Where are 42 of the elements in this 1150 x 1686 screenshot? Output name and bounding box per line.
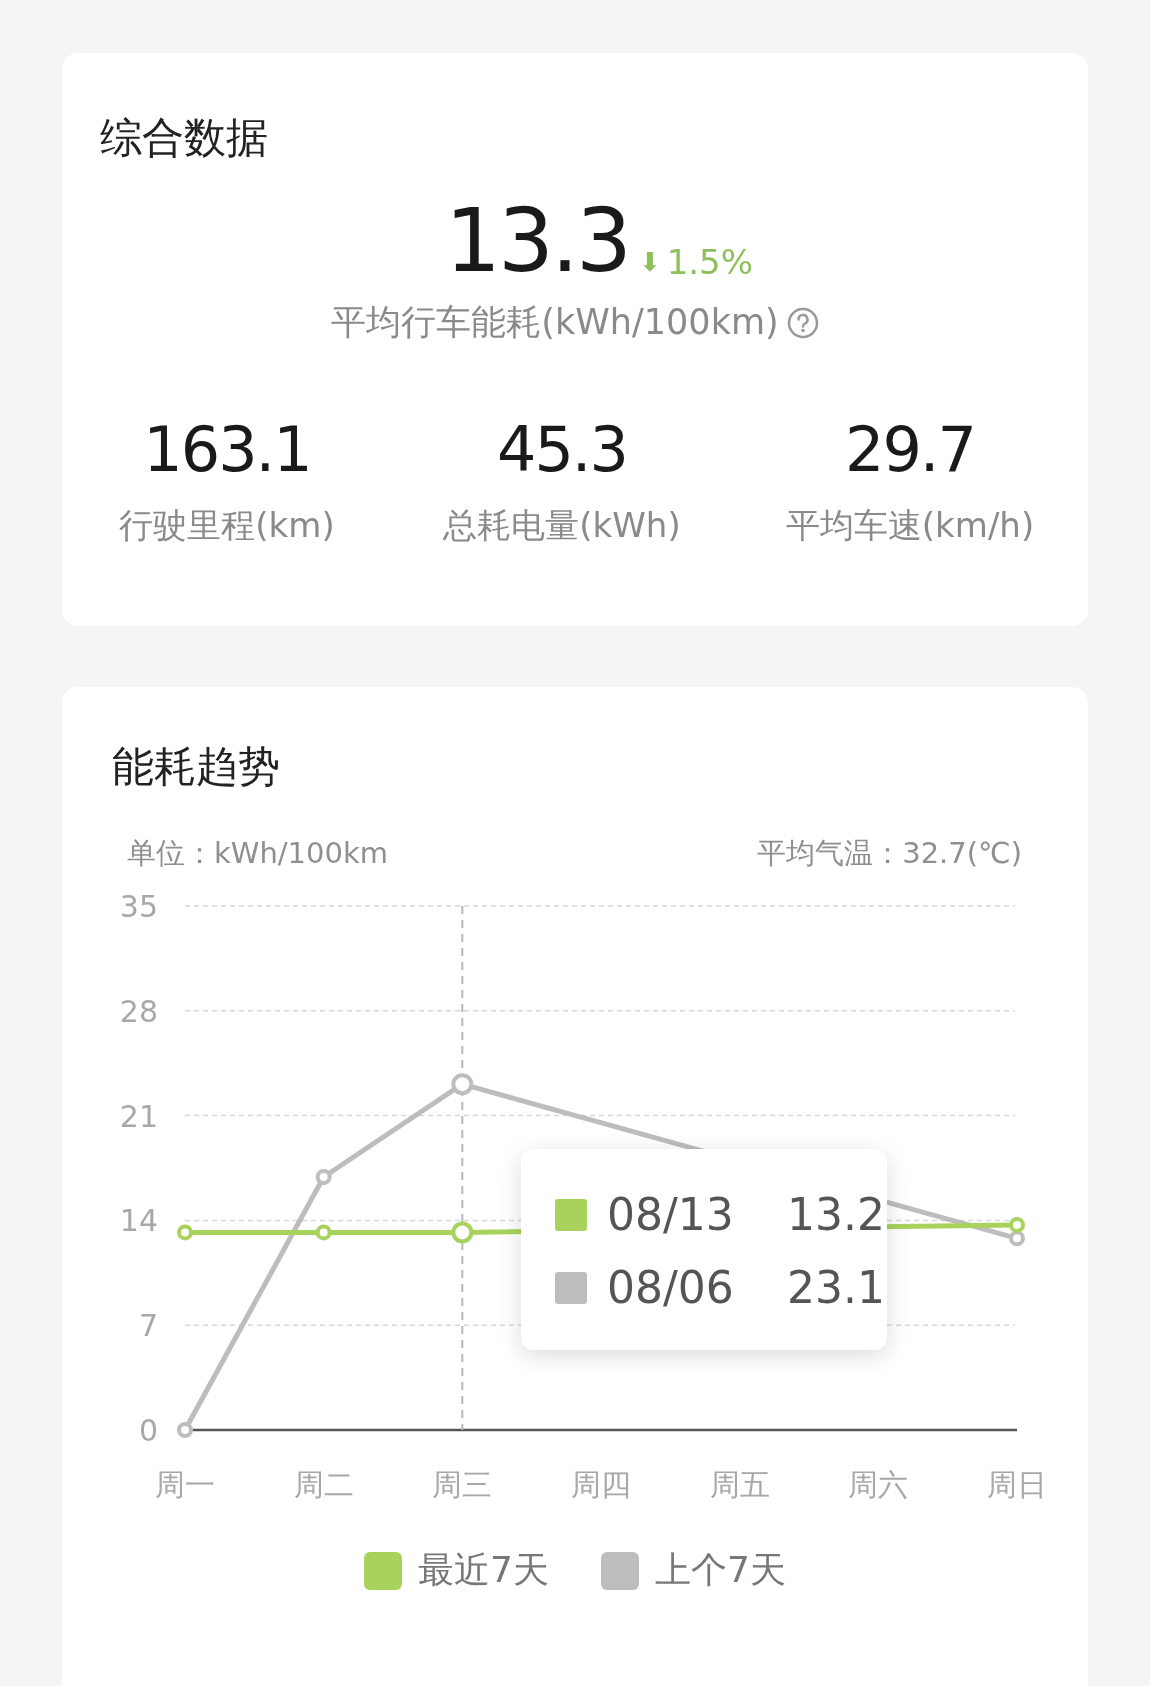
legend-label: 最近7天 <box>418 1548 549 1593</box>
data-point <box>177 1422 193 1439</box>
card-title: 能耗趋势 <box>112 742 280 793</box>
unit-label: 单位：kWh/100km <box>127 835 388 873</box>
tooltip-value: 13.2 <box>787 1189 886 1241</box>
data-point <box>451 1221 474 1244</box>
average-consumption-value: 13.3 <box>444 197 629 286</box>
temperature-label: 平均气温：32.7(℃) <box>757 835 1022 873</box>
y-tick-label: 35 <box>119 889 158 925</box>
data-point <box>177 1224 193 1241</box>
card-title: 综合数据 <box>100 113 268 164</box>
tooltip-date: 08/13 <box>607 1189 735 1241</box>
data-point <box>315 1169 332 1186</box>
tooltip-value: 23.1 <box>787 1262 886 1314</box>
y-tick-label: 14 <box>119 1203 158 1239</box>
stat-label: 行驶里程(km) <box>119 503 335 547</box>
metric-label: 平均行车能耗(kWh/100km) <box>331 301 779 345</box>
stat-label: 平均车速(km/h) <box>785 503 1035 547</box>
x-tick-label: 周二 <box>293 1467 354 1503</box>
y-tick-label: 21 <box>119 1099 158 1134</box>
help-icon[interactable] <box>786 306 819 339</box>
y-tick-label: 7 <box>138 1308 158 1344</box>
x-tick-label: 周三 <box>432 1467 493 1503</box>
data-point <box>1009 1217 1025 1234</box>
stat-label: 总耗电量(kWh) <box>443 503 681 547</box>
data-point <box>451 1073 474 1096</box>
tooltip-date: 08/06 <box>607 1262 735 1314</box>
x-tick-label: 周五 <box>709 1467 770 1503</box>
y-tick-label: 28 <box>119 994 158 1030</box>
stat-value: 45.3 <box>496 416 627 485</box>
x-tick-label: 周日 <box>987 1467 1047 1503</box>
data-point <box>1009 1230 1025 1247</box>
data-point <box>315 1224 332 1241</box>
stat-value: 29.7 <box>844 416 975 485</box>
legend-label: 上个7天 <box>655 1548 786 1593</box>
down-arrow: ⬇ <box>638 247 661 278</box>
y-tick-label: 0 <box>138 1413 158 1449</box>
stat-value: 163.1 <box>143 416 311 485</box>
x-tick-label: 周四 <box>571 1467 631 1503</box>
x-tick-label: 周六 <box>848 1467 909 1503</box>
change-percent: 1.5% <box>666 242 754 283</box>
x-tick-label: 周一 <box>155 1467 215 1503</box>
